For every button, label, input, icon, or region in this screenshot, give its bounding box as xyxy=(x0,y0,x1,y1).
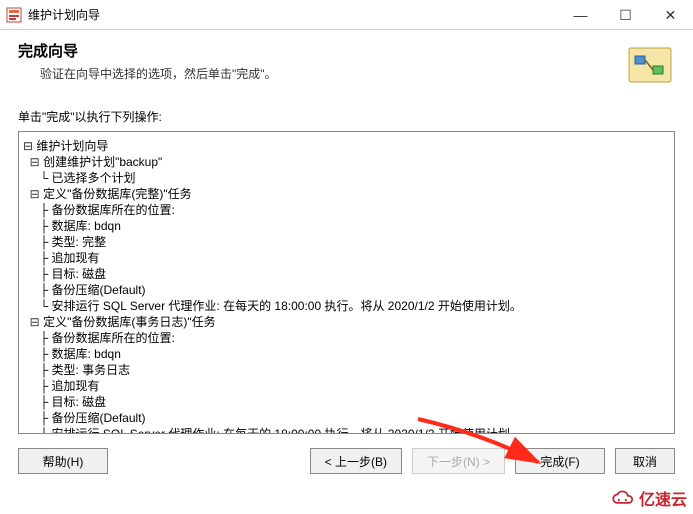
tree-compress: 备份压缩(Default) xyxy=(52,283,146,297)
tree-target: 目标: 磁盘 xyxy=(52,267,107,281)
tree-append2: 追加现有 xyxy=(52,379,100,393)
tree-type-log: 类型: 事务日志 xyxy=(52,363,131,377)
finish-button[interactable]: 完成(F) xyxy=(515,448,605,474)
content-area: 单击"完成"以执行下列操作: ⊟ 维护计划向导 ⊟ 创建维护计划"backup"… xyxy=(0,100,693,440)
tree-db-name: 数据库: bdqn xyxy=(52,219,121,233)
wizard-footer: 帮助(H) < 上一步(B) 下一步(N) > 完成(F) 取消 xyxy=(0,440,693,482)
tree-multi-plan: 已选择多个计划 xyxy=(52,171,136,185)
tree-compress2: 备份压缩(Default) xyxy=(52,411,146,425)
app-icon xyxy=(6,7,22,23)
titlebar: 维护计划向导 — ☐ ✕ xyxy=(0,0,693,30)
page-subtitle: 验证在向导中选择的选项，然后单击"完成"。 xyxy=(18,65,625,82)
next-button: 下一步(N) > xyxy=(412,448,505,474)
cancel-button[interactable]: 取消 xyxy=(615,448,675,474)
tree-schedule-full: 安排运行 SQL Server 代理作业: 在每天的 18:00:00 执行。将… xyxy=(52,299,522,313)
tree-create-plan: 创建维护计划"backup" xyxy=(43,155,162,169)
cloud-icon xyxy=(609,487,637,509)
summary-tree[interactable]: ⊟ 维护计划向导 ⊟ 创建维护计划"backup" └ 已选择多个计划 ⊟ 定义… xyxy=(18,131,675,434)
wizard-header: 完成向导 验证在向导中选择的选项，然后单击"完成"。 xyxy=(0,30,693,100)
tree-task-full: 定义"备份数据库(完整)"任务 xyxy=(43,187,192,201)
tree-db-name-log: 数据库: bdqn xyxy=(52,347,121,361)
tree-schedule-log: 安排运行 SQL Server 代理作业: 在每天的 18:00:00 执行。将… xyxy=(52,427,522,434)
watermark: 亿速云 xyxy=(609,486,687,510)
maximize-button[interactable]: ☐ xyxy=(603,0,648,30)
tree-task-log: 定义"备份数据库(事务日志)"任务 xyxy=(43,315,216,329)
watermark-text: 亿速云 xyxy=(639,486,687,510)
tree-root: 维护计划向导 xyxy=(36,139,108,153)
tree-target2: 目标: 磁盘 xyxy=(52,395,107,409)
help-button[interactable]: 帮助(H) xyxy=(18,448,108,474)
minimize-button[interactable]: — xyxy=(558,0,603,30)
wizard-icon xyxy=(625,40,675,90)
tree-append: 追加现有 xyxy=(52,251,100,265)
window-controls: — ☐ ✕ xyxy=(558,0,693,29)
tree-type-full: 类型: 完整 xyxy=(52,235,107,249)
window-title: 维护计划向导 xyxy=(28,6,558,23)
close-button[interactable]: ✕ xyxy=(648,0,693,30)
content-label: 单击"完成"以执行下列操作: xyxy=(18,108,675,125)
back-button[interactable]: < 上一步(B) xyxy=(310,448,402,474)
page-title: 完成向导 xyxy=(18,40,625,61)
tree-db-location2: 备份数据库所在的位置: xyxy=(52,331,175,345)
tree-db-location: 备份数据库所在的位置: xyxy=(52,203,175,217)
